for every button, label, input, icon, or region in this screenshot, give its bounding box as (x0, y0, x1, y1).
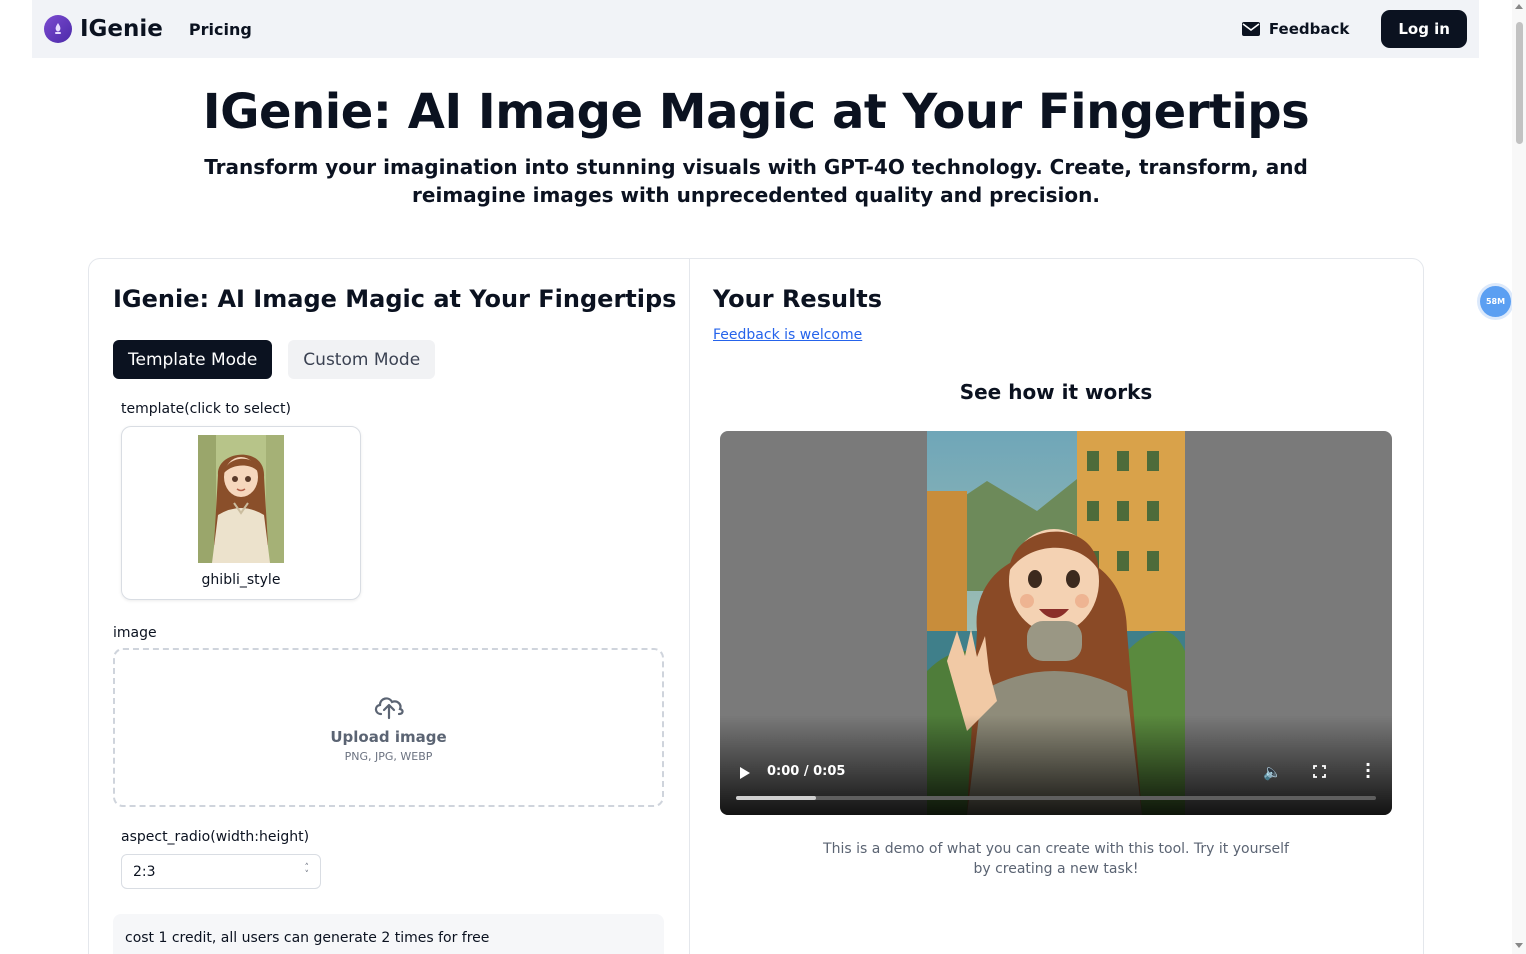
volume-muted-icon[interactable]: 🔈 (1263, 763, 1282, 781)
upload-formats: PNG, JPG, WEBP (344, 750, 433, 763)
mail-icon (1241, 22, 1260, 36)
login-button[interactable]: Log in (1381, 10, 1467, 48)
generator-card: IGenie: AI Image Magic at Your Fingertip… (88, 258, 1424, 954)
play-icon[interactable] (740, 767, 750, 779)
hero-title: IGenie: AI Image Magic at Your Fingertip… (202, 84, 1310, 140)
cloud-upload-icon (374, 697, 404, 720)
scroll-up-arrow-icon[interactable] (1515, 4, 1523, 9)
upload-title: Upload image (330, 728, 447, 746)
chevron-up-down-icon: ˄ ˅ (304, 862, 310, 880)
brand-logo-link[interactable]: IGenie (44, 15, 163, 43)
video-controls: 0:00 / 0:05 🔈 · · · (720, 755, 1392, 815)
aspect-ratio-label: aspect_radio(width:height) (121, 829, 310, 845)
template-option-ghibli[interactable]: ghibli_style (121, 426, 361, 600)
hero-subtitle: Transform your imagination into stunning… (204, 155, 1308, 207)
form-title: IGenie: AI Image Magic at Your Fingertip… (113, 285, 677, 313)
page-scrollbar[interactable] (1512, 0, 1526, 954)
tab-template-mode[interactable]: Template Mode (113, 340, 273, 379)
aspect-ratio-value: 2:3 (133, 863, 156, 880)
aspect-ratio-select[interactable]: 2:3 ˄ ˅ (121, 854, 321, 889)
scroll-down-arrow-icon[interactable] (1515, 943, 1523, 948)
template-thumbnail (198, 435, 284, 563)
video-time: 0:00 / 0:05 (767, 764, 846, 779)
image-label: image (113, 625, 157, 641)
see-how-heading: See how it works (959, 380, 1153, 404)
image-upload-dropzone[interactable]: Upload image PNG, JPG, WEBP (113, 648, 664, 807)
video-progress-fill (736, 796, 816, 800)
mode-tabs: Template Mode Custom Mode (113, 340, 436, 379)
more-options-icon[interactable]: · · · (1365, 757, 1371, 785)
top-navbar: IGenie Pricing Feedback Log in (32, 0, 1479, 58)
cost-note-text: cost 1 credit, all users can generate 2 … (125, 930, 490, 946)
floating-badge[interactable]: 58M (1480, 286, 1511, 317)
tab-custom-mode[interactable]: Custom Mode (288, 340, 436, 379)
brand-name: IGenie (80, 16, 163, 42)
demo-video-player[interactable]: 0:00 / 0:05 🔈 · · · (720, 431, 1392, 815)
scrollbar-thumb[interactable] (1516, 22, 1523, 144)
demo-note: This is a demo of what you can create wi… (823, 841, 1289, 877)
panel-divider (689, 259, 690, 954)
fullscreen-icon[interactable] (1313, 765, 1326, 778)
results-title: Your Results (713, 285, 883, 313)
feedback-button[interactable]: Feedback (1241, 20, 1350, 38)
genie-lamp-logo-icon (44, 15, 72, 43)
nav-pricing-link[interactable]: Pricing (189, 20, 252, 39)
feedback-link[interactable]: Feedback is welcome (713, 327, 862, 343)
template-name: ghibli_style (201, 572, 281, 588)
feedback-label: Feedback (1268, 20, 1350, 38)
cost-note: cost 1 credit, all users can generate 2 … (113, 914, 664, 954)
template-label: template(click to select) (121, 401, 291, 417)
video-progress-bar[interactable] (736, 796, 1376, 800)
